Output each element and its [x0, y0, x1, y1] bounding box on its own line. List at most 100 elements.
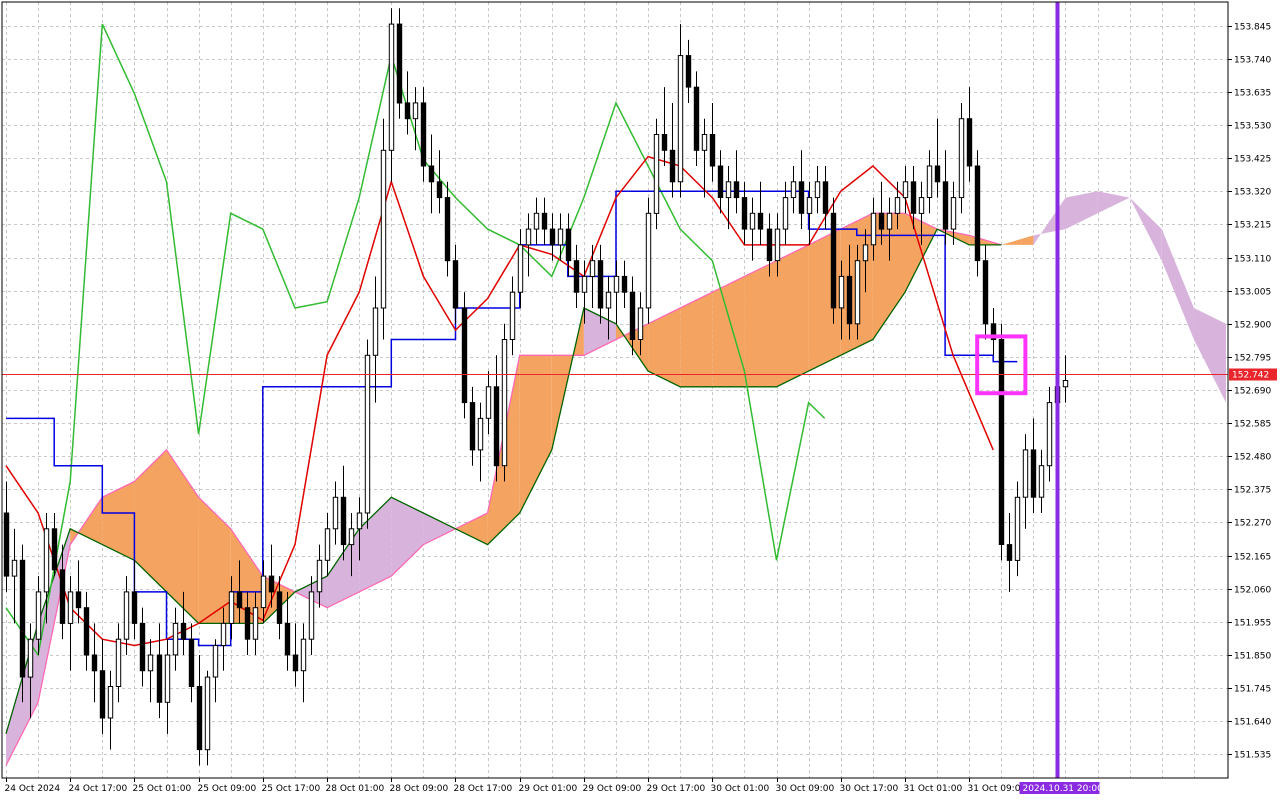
candle-body-bullish [372, 307, 379, 356]
time-tick-label: 30 Oct 01:00 [711, 784, 770, 794]
candle-body-bullish [517, 244, 524, 293]
time-tick-label: 25 Oct 17:00 [262, 784, 321, 794]
candle-body-bearish [830, 212, 837, 309]
candle-body-bullish [894, 197, 901, 214]
candle-body-bullish [35, 591, 42, 640]
candle[interactable] [380, 118, 387, 340]
candle-body-bearish [757, 212, 764, 230]
candle[interactable] [958, 102, 965, 214]
price-tick-label: 152.375 [1234, 486, 1271, 496]
candle-body-bearish [444, 197, 451, 262]
candle-body-bearish [549, 228, 556, 246]
price-tick-label: 153.740 [1234, 56, 1271, 66]
candle[interactable] [974, 150, 981, 277]
candle-body-bearish [276, 591, 283, 624]
candle[interactable] [830, 197, 837, 324]
candle-body-bearish [91, 654, 98, 672]
candle-body-bullish [653, 134, 660, 214]
candle-body-bearish [573, 260, 580, 293]
candle-body-bearish [428, 165, 435, 183]
candle-body-bearish [709, 134, 716, 167]
candle-body-bullish [790, 181, 797, 199]
candle[interactable] [461, 292, 468, 419]
candle-body-bullish [806, 197, 813, 214]
price-tick-label: 153.635 [1234, 89, 1271, 99]
price-tick-label: 153.110 [1234, 255, 1271, 265]
chart-svg[interactable]: 153.845 153.740 153.635 153.530 153.425 153.3… [0, 0, 1280, 800]
candle-body-bearish [99, 670, 106, 719]
candle-body-bullish [1038, 465, 1045, 498]
candle-body-bullish [204, 676, 211, 751]
candle-body-bullish [43, 528, 50, 593]
candle-body-bullish [252, 607, 259, 640]
time-tick-label: 25 Oct 01:00 [133, 784, 192, 794]
candle[interactable] [396, 8, 403, 119]
candle[interactable] [998, 323, 1005, 561]
candle-body-bearish [565, 228, 572, 262]
price-tick-label: 153.425 [1234, 155, 1271, 165]
price-tick-label: 151.850 [1234, 652, 1271, 662]
time-marker-label: 2024.10.31 20:00 [1023, 784, 1104, 794]
candle-body-bearish [156, 654, 163, 703]
candle-body-bearish [236, 591, 243, 609]
candle-body-bullish [725, 181, 732, 199]
candle-body-bullish [324, 528, 331, 561]
price-tick-label: 152.480 [1234, 453, 1271, 463]
time-tick-label: 31 Oct 09:00 [968, 784, 1027, 794]
candle-body-bullish [332, 496, 339, 530]
candle-body-bearish [934, 165, 941, 183]
time-tick-label: 28 Oct 17:00 [454, 784, 513, 794]
candle[interactable] [501, 323, 508, 482]
candle-body-bullish [164, 654, 171, 703]
price-tick-label: 153.215 [1234, 221, 1271, 231]
candle-body-bullish [260, 575, 267, 609]
candle-body-bullish [605, 291, 612, 309]
candle-body-bearish [436, 181, 443, 199]
candle-body-bullish [774, 228, 781, 262]
candle[interactable] [645, 197, 652, 324]
candle-body-bearish [621, 275, 628, 293]
candle-body-bullish [838, 275, 845, 309]
candle-body-bullish [613, 275, 620, 293]
candle-body-bearish [188, 638, 195, 688]
candle-body-bullish [782, 197, 789, 230]
candle-body-bearish [452, 260, 459, 309]
candle-body-bullish [886, 212, 893, 230]
candle-body-bearish [741, 197, 748, 230]
candle[interactable] [653, 118, 660, 230]
candle-body-bearish [661, 134, 668, 151]
candle-body-bullish [509, 291, 516, 341]
candle-body-bullish [677, 55, 684, 183]
candle-body-bearish [268, 575, 275, 593]
cloud-segment-bullish [744, 260, 777, 387]
candle[interactable] [364, 339, 371, 529]
candle-body-bullish [228, 591, 235, 624]
candle-body-bullish [220, 622, 227, 647]
price-tick-label: 152.060 [1234, 586, 1271, 596]
price-chart[interactable]: 153.845 153.740 153.635 153.530 153.425 153.3… [0, 0, 1280, 800]
candle-body-bearish [717, 165, 724, 198]
time-tick-label: 29 Oct 01:00 [519, 784, 578, 794]
time-tick-label: 28 Oct 09:00 [390, 784, 449, 794]
candle-body-bullish [27, 638, 34, 678]
candle-body-bearish [798, 181, 805, 214]
candle-body-bullish [958, 118, 965, 199]
candle-body-bearish [461, 307, 468, 404]
candle-body-bearish [998, 339, 1005, 545]
candle-body-bearish [597, 260, 604, 309]
candle-body-bearish [51, 528, 58, 571]
time-tick-label: 24 Oct 2024 [5, 784, 61, 794]
candle-body-bullish [212, 645, 219, 678]
price-tick-label: 152.165 [1234, 553, 1271, 563]
price-tick-label: 152.270 [1234, 519, 1271, 529]
candle-body-bullish [1022, 449, 1029, 498]
candle-body-bearish [822, 181, 829, 214]
candle-body-bullish [308, 591, 315, 640]
price-tick-label: 152.585 [1234, 420, 1271, 430]
time-tick-label: 30 Oct 17:00 [840, 784, 899, 794]
time-tick-label: 25 Oct 09:00 [198, 784, 257, 794]
candle-body-bearish [942, 181, 949, 230]
candle-body-bullish [701, 134, 708, 151]
candle-body-bearish [131, 591, 138, 624]
candle-body-bearish [59, 569, 66, 624]
